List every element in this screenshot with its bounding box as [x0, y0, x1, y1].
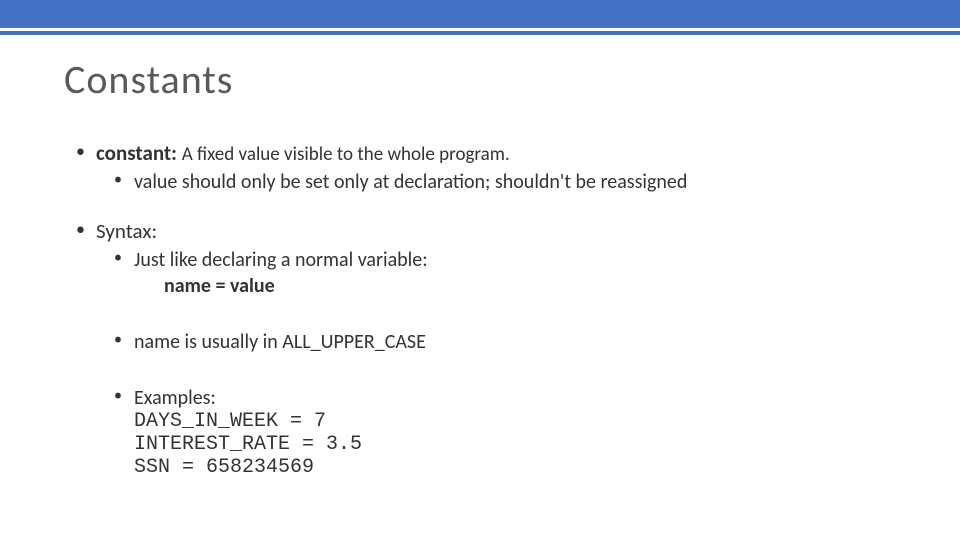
slide-title: Constants: [64, 55, 896, 104]
syntax-pattern: name = value: [164, 274, 275, 298]
syntax-pattern-wrap: name = value: [134, 274, 896, 298]
example-2: INTEREST_RATE = 3.5: [134, 433, 896, 456]
naming-convention: name is usually in ALL_UPPER_CASE: [114, 330, 896, 354]
header-bar-thick: [0, 0, 960, 28]
slide-content: Constants constant: A fixed value visibl…: [0, 35, 960, 479]
constant-term: constant:: [96, 140, 177, 166]
syntax-sublist-3: Examples: DAYS_IN_WEEK = 7 INTEREST_RATE…: [96, 386, 896, 479]
syntax-label: Syntax:: [96, 218, 157, 244]
constant-sublist: value should only be set only at declara…: [96, 170, 896, 194]
bullet-constant: constant: A fixed value visible to the w…: [76, 140, 896, 194]
bullet-syntax: Syntax: Just like declaring a normal var…: [76, 218, 896, 479]
syntax-declare: Just like declaring a normal variable: n…: [114, 248, 896, 298]
examples-item: Examples: DAYS_IN_WEEK = 7 INTEREST_RATE…: [114, 386, 896, 479]
examples-label: Examples:: [134, 386, 216, 410]
syntax-sublist-2: name is usually in ALL_UPPER_CASE: [96, 330, 896, 354]
example-3: SSN = 658234569: [134, 456, 896, 479]
constant-definition: A fixed value visible to the whole progr…: [182, 143, 510, 166]
constant-rule: value should only be set only at declara…: [114, 170, 896, 194]
syntax-declare-text: Just like declaring a normal variable:: [134, 248, 428, 272]
syntax-sublist: Just like declaring a normal variable: n…: [96, 248, 896, 298]
example-1: DAYS_IN_WEEK = 7: [134, 410, 896, 433]
bullet-list: constant: A fixed value visible to the w…: [64, 140, 896, 479]
